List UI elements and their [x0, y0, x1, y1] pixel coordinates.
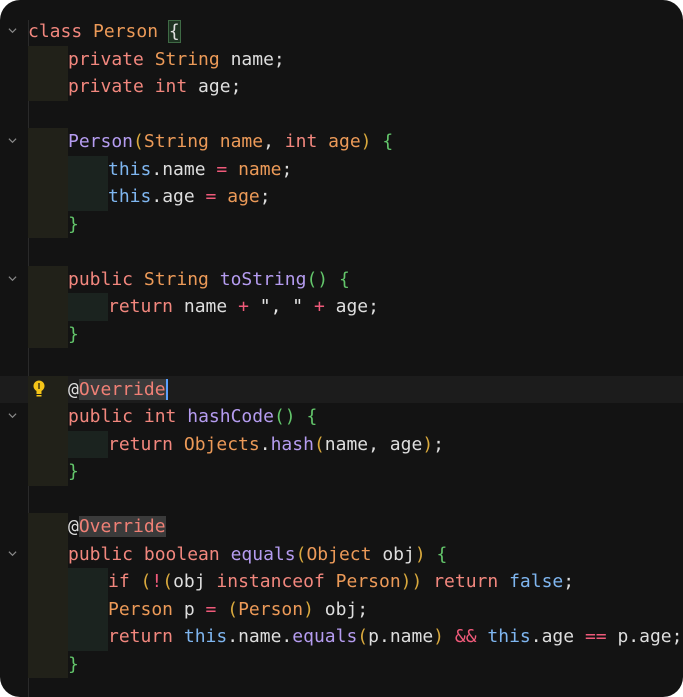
code-line[interactable]	[0, 101, 683, 129]
indent-guide	[28, 595, 68, 623]
fold-chevron-icon[interactable]	[8, 274, 17, 283]
indent-guide	[28, 458, 68, 486]
indent-guide	[28, 320, 68, 348]
code-text[interactable]: this.age = age;	[108, 186, 271, 208]
code-line[interactable]: return name + ", " + age;	[0, 293, 683, 321]
indent-guide	[28, 265, 68, 293]
code-text[interactable]: if (!(obj instanceof Person)) return fal…	[108, 571, 574, 593]
indent-guide	[28, 513, 68, 541]
code-text[interactable]: @Override	[68, 516, 166, 538]
indent-guide	[68, 155, 108, 183]
code-text[interactable]: class Person {	[28, 20, 181, 43]
indent-guide	[68, 568, 108, 596]
code-text[interactable]: return this.name.equals(p.name) && this.…	[108, 626, 682, 648]
text-cursor	[165, 378, 168, 400]
code-text[interactable]: public String toString() {	[68, 269, 350, 291]
code-text[interactable]: @Override	[68, 378, 168, 401]
fold-chevron-icon[interactable]	[8, 136, 17, 145]
indent-guide	[28, 73, 68, 101]
code-line[interactable]: }	[0, 458, 683, 486]
indent-guide	[28, 650, 68, 678]
code-line[interactable]: @Override	[0, 375, 683, 403]
code-line[interactable]	[0, 486, 683, 514]
indent-guide	[28, 183, 68, 211]
code-editor[interactable]: class Person { private String name; privat…	[0, 0, 683, 697]
code-line[interactable]	[0, 348, 683, 376]
code-line[interactable]: public boolean equals(Object obj) {	[0, 540, 683, 568]
indent-guide	[28, 155, 68, 183]
indent-guide	[68, 430, 108, 458]
code-line[interactable]: }	[0, 210, 683, 238]
code-line[interactable]: return this.name.equals(p.name) && this.…	[0, 623, 683, 651]
code-line[interactable]: }	[0, 650, 683, 678]
code-text[interactable]: return Objects.hash(name, age);	[108, 434, 444, 456]
indent-guide	[28, 540, 68, 568]
code-text[interactable]: }	[68, 654, 79, 676]
fold-chevron-icon[interactable]	[8, 411, 17, 420]
indent-guide	[68, 293, 108, 321]
code-line[interactable]: public String toString() {	[0, 265, 683, 293]
code-line[interactable]: class Person {	[0, 18, 683, 46]
fold-chevron-icon[interactable]	[8, 26, 17, 35]
code-text[interactable]: }	[68, 214, 79, 236]
code-line[interactable]: public int hashCode() {	[0, 403, 683, 431]
code-text[interactable]: Person p = (Person) obj;	[108, 599, 368, 621]
code-line[interactable]: }	[0, 320, 683, 348]
indent-guide	[28, 45, 68, 73]
code-text[interactable]: public int hashCode() {	[68, 406, 317, 428]
lightbulb-icon[interactable]	[32, 378, 46, 400]
code-text[interactable]: public boolean equals(Object obj) {	[68, 544, 447, 566]
indent-guide	[68, 595, 108, 623]
code-text[interactable]: }	[68, 461, 79, 483]
fold-chevron-icon[interactable]	[8, 549, 17, 558]
code-text[interactable]: return name + ", " + age;	[108, 296, 379, 318]
code-text[interactable]: private int age;	[68, 76, 241, 98]
code-line[interactable]: this.age = age;	[0, 183, 683, 211]
indent-guide	[28, 128, 68, 156]
code-line[interactable]: Person p = (Person) obj;	[0, 595, 683, 623]
indent-guide	[68, 623, 108, 651]
code-line[interactable]: Person(String name, int age) {	[0, 128, 683, 156]
code-text[interactable]: this.name = name;	[108, 159, 292, 181]
indent-guide	[28, 623, 68, 651]
code-line[interactable]	[0, 238, 683, 266]
code-text[interactable]: private String name;	[68, 49, 285, 71]
code-line[interactable]: this.name = name;	[0, 155, 683, 183]
code-line[interactable]: private int age;	[0, 73, 683, 101]
indent-guide	[28, 210, 68, 238]
indent-guide	[68, 183, 108, 211]
indent-guide	[28, 293, 68, 321]
indent-guide	[28, 568, 68, 596]
code-line[interactable]: private String name;	[0, 45, 683, 73]
code-line[interactable]: return Objects.hash(name, age);	[0, 430, 683, 458]
indent-guide	[28, 430, 68, 458]
code-text[interactable]: Person(String name, int age) {	[68, 131, 393, 153]
code-line[interactable]: @Override	[0, 513, 683, 541]
indent-guide	[28, 403, 68, 431]
code-text[interactable]: }	[68, 324, 79, 346]
code-line[interactable]: if (!(obj instanceof Person)) return fal…	[0, 568, 683, 596]
